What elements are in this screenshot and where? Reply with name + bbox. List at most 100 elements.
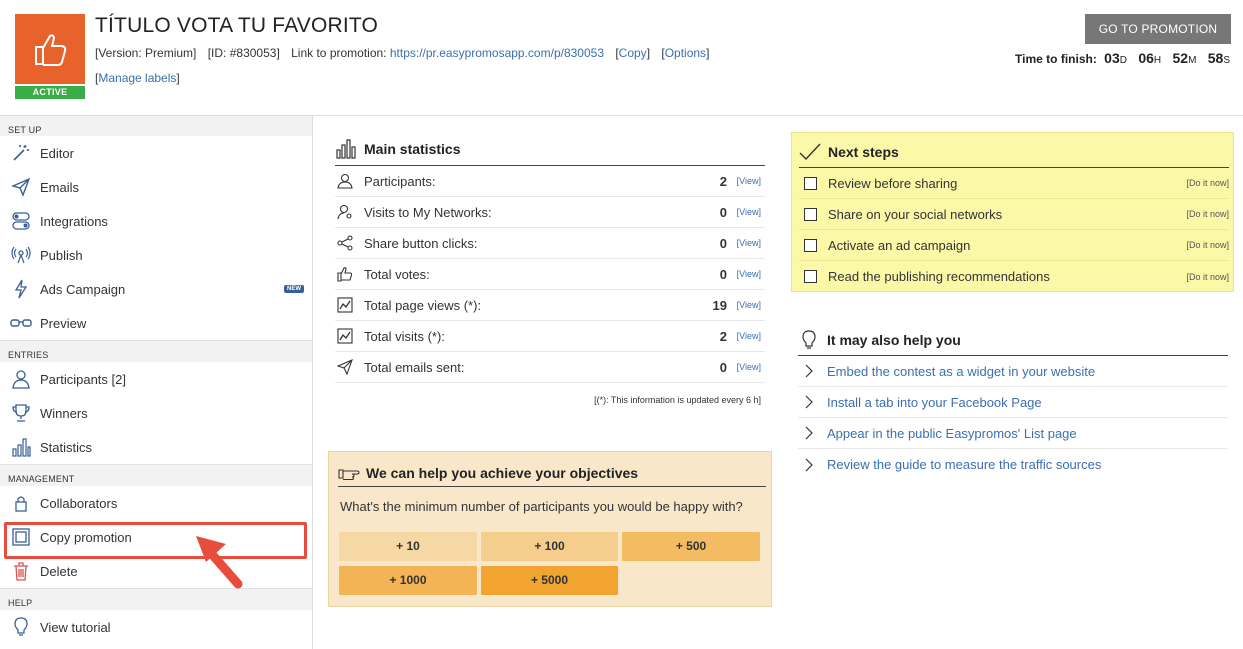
participants-option-button[interactable]: + 1000 (339, 566, 477, 595)
stat-label: Share button clicks: (364, 235, 478, 251)
line-chart-icon (335, 328, 355, 344)
participants-option-button[interactable]: + 500 (622, 532, 760, 561)
help-link-row[interactable]: Install a tab into your Facebook Page (798, 387, 1228, 418)
objectives-box: We can help you achieve your objectives … (328, 451, 772, 607)
stat-label: Total votes: (364, 266, 430, 282)
stat-value: 2 (719, 173, 727, 189)
link-label: Link to promotion: (291, 46, 387, 60)
section-setup: SET UP (0, 116, 312, 136)
promotion-meta: [Version: Premium] [ID: #830053] Link to… (95, 46, 710, 60)
copy-link[interactable]: Copy (619, 46, 647, 60)
stat-value: 0 (719, 266, 727, 282)
countdown-days: 03 (1104, 50, 1120, 66)
sidebar-item-publish[interactable]: Publish (0, 238, 312, 272)
help-link[interactable]: Install a tab into your Facebook Page (827, 395, 1042, 410)
sidebar-item-winners[interactable]: Winners (0, 396, 312, 430)
user-icon (10, 368, 32, 390)
do-it-now-link[interactable]: [Do it now] (1186, 272, 1229, 282)
pointing-hand-icon (338, 469, 360, 481)
promotion-link[interactable]: https://pr.easypromosapp.com/p/830053 (390, 46, 604, 60)
chevron-right-icon (798, 426, 820, 440)
next-steps-header: Next steps (799, 137, 1229, 168)
section-help: HELP (0, 588, 312, 610)
countdown-minutes: 52 (1172, 50, 1189, 66)
sidebar-item-statistics[interactable]: Statistics (0, 430, 312, 464)
share-icon (335, 235, 355, 251)
paper-plane-icon (10, 176, 32, 198)
sidebar-item-participants[interactable]: Participants [2] (0, 362, 312, 396)
version-label: [Version: Premium] (95, 46, 197, 60)
do-it-now-link[interactable]: [Do it now] (1186, 209, 1229, 219)
objectives-question: What's the minimum number of participant… (340, 499, 743, 514)
step-checkbox[interactable] (804, 207, 817, 221)
help-link-row[interactable]: Appear in the public Easypromos' List pa… (798, 418, 1228, 449)
help-link[interactable]: Review the guide to measure the traffic … (827, 457, 1101, 472)
countdown-days-unit: D (1119, 55, 1127, 66)
stat-row-visits-networks: Visits to My Networks: 0 [View] (335, 197, 765, 228)
do-it-now-link[interactable]: [Do it now] (1186, 240, 1229, 250)
countdown-seconds-unit: S (1223, 55, 1230, 66)
step-row: Review before sharing [Do it now] (799, 168, 1229, 199)
sidebar-item-integrations[interactable]: Integrations (0, 204, 312, 238)
sidebar-item-label: Integrations (40, 213, 108, 229)
sidebar-item-collaborators[interactable]: Collaborators (0, 486, 312, 520)
help-link-row[interactable]: Review the guide to measure the traffic … (798, 449, 1228, 480)
sidebar-item-label: Emails (40, 179, 80, 195)
sidebar-item-label: Publish (40, 247, 83, 263)
manage-labels-link[interactable]: Manage labels (98, 71, 176, 85)
sidebar-item-label: Preview (40, 315, 87, 331)
sidebar-item-delete[interactable]: Delete (0, 554, 312, 588)
stat-value: 19 (712, 297, 727, 313)
thumbs-up-icon (35, 34, 67, 66)
chevron-right-icon (798, 364, 820, 378)
stat-view-link[interactable]: [View] (737, 331, 761, 341)
promotion-logo (15, 14, 85, 84)
participants-option-button[interactable]: + 5000 (481, 566, 618, 595)
step-checkbox[interactable] (804, 270, 817, 283)
countdown-seconds: 58 (1207, 50, 1224, 66)
sidebar-item-emails[interactable]: Emails (0, 170, 312, 204)
stat-view-link[interactable]: [View] (737, 362, 761, 372)
sidebar-item-preview[interactable]: Preview (0, 306, 312, 340)
help-link[interactable]: Appear in the public Easypromos' List pa… (827, 426, 1077, 441)
step-checkbox[interactable] (804, 176, 817, 190)
step-checkbox[interactable] (804, 238, 817, 252)
countdown-minutes-unit: M (1188, 55, 1197, 66)
sidebar-item-editor[interactable]: Editor (0, 136, 312, 170)
lightbulb-icon (10, 616, 32, 638)
lock-icon (10, 492, 32, 514)
section-management: MANAGEMENT (0, 464, 312, 486)
chevron-right-icon (798, 458, 820, 472)
stat-view-link[interactable]: [View] (737, 269, 761, 279)
stat-view-link[interactable]: [View] (737, 207, 761, 217)
step-label: Review before sharing (828, 175, 958, 191)
sidebar-item-label: Statistics (40, 439, 93, 455)
stats-header: Main statistics (335, 133, 765, 166)
participants-option-button[interactable]: + 10 (339, 532, 477, 561)
options-link[interactable]: Options (665, 46, 706, 60)
sidebar-item-label: Participants [2] (40, 371, 126, 387)
main-statistics: Main statistics Participants: 2 [View] V… (335, 133, 765, 405)
highlight-box (4, 522, 307, 559)
sidebar-item-label: Winners (40, 405, 88, 421)
stat-view-link[interactable]: [View] (737, 238, 761, 248)
stat-row-participants: Participants: 2 [View] (335, 166, 765, 197)
step-label: Share on your social networks (828, 206, 1003, 222)
sidebar-item-view-tutorial[interactable]: View tutorial (0, 610, 312, 644)
go-to-promotion-button[interactable]: GO TO PROMOTION (1085, 14, 1231, 44)
stat-view-link[interactable]: [View] (737, 300, 761, 310)
glasses-icon (10, 312, 32, 334)
trash-icon (10, 560, 32, 582)
participants-option-button[interactable]: + 100 (481, 532, 618, 561)
step-row: Share on your social networks [Do it now… (799, 199, 1229, 230)
sidebar-item-label: Editor (40, 145, 74, 161)
help-link-row[interactable]: Embed the contest as a widget in your we… (798, 356, 1228, 387)
sidebar-item-ads-campaign[interactable]: Ads Campaign NEW (0, 272, 312, 306)
stat-value: 2 (719, 328, 727, 344)
stat-view-link[interactable]: [View] (737, 176, 761, 186)
stat-value: 0 (719, 235, 727, 251)
step-row: Activate an ad campaign [Do it now] (799, 230, 1229, 261)
help-link[interactable]: Embed the contest as a widget in your we… (827, 364, 1095, 379)
do-it-now-link[interactable]: [Do it now] (1186, 178, 1229, 188)
status-badge: ACTIVE (15, 86, 85, 99)
